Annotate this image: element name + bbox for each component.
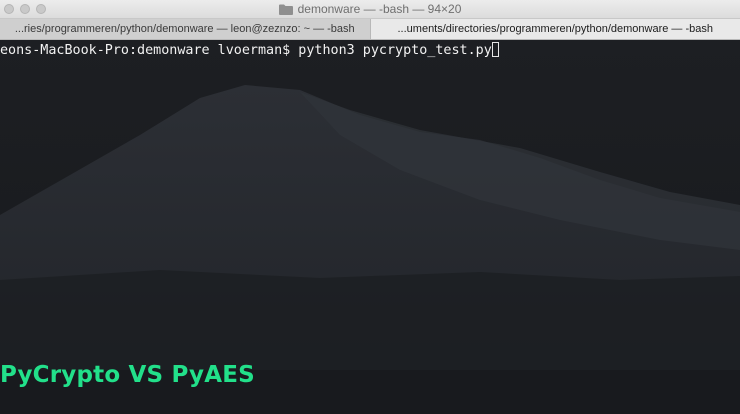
shell-prompt: eons-MacBook-Pro:demonware lvoerman$ <box>0 43 299 58</box>
tab-label: ...ries/programmeren/python/demonware — … <box>14 23 355 35</box>
terminal-window: demonware — -bash — 94×20 ...ries/progra… <box>0 0 740 414</box>
folder-icon <box>278 4 293 15</box>
window-title-group: demonware — -bash — 94×20 <box>0 0 740 18</box>
window-title: demonware — -bash — 94×20 <box>297 2 462 16</box>
video-caption: PyCrypto VS PyAES <box>0 362 255 388</box>
tab-demonware[interactable]: ...uments/directories/programmeren/pytho… <box>370 19 740 39</box>
text-cursor <box>491 42 499 57</box>
terminal-content[interactable]: eons-MacBook-Pro:demonware lvoerman$ pyt… <box>0 40 740 414</box>
command-line: eons-MacBook-Pro:demonware lvoerman$ pyt… <box>0 42 499 59</box>
tab-bar: ...ries/programmeren/python/demonware — … <box>0 19 740 40</box>
title-bar[interactable]: demonware — -bash — 94×20 <box>0 0 740 19</box>
tab-leon-home[interactable]: ...ries/programmeren/python/demonware — … <box>0 19 371 39</box>
command-text: python3 pycrypto_test.py <box>298 43 492 58</box>
tab-label: ...uments/directories/programmeren/pytho… <box>397 23 713 35</box>
mountain-wallpaper <box>0 40 740 414</box>
